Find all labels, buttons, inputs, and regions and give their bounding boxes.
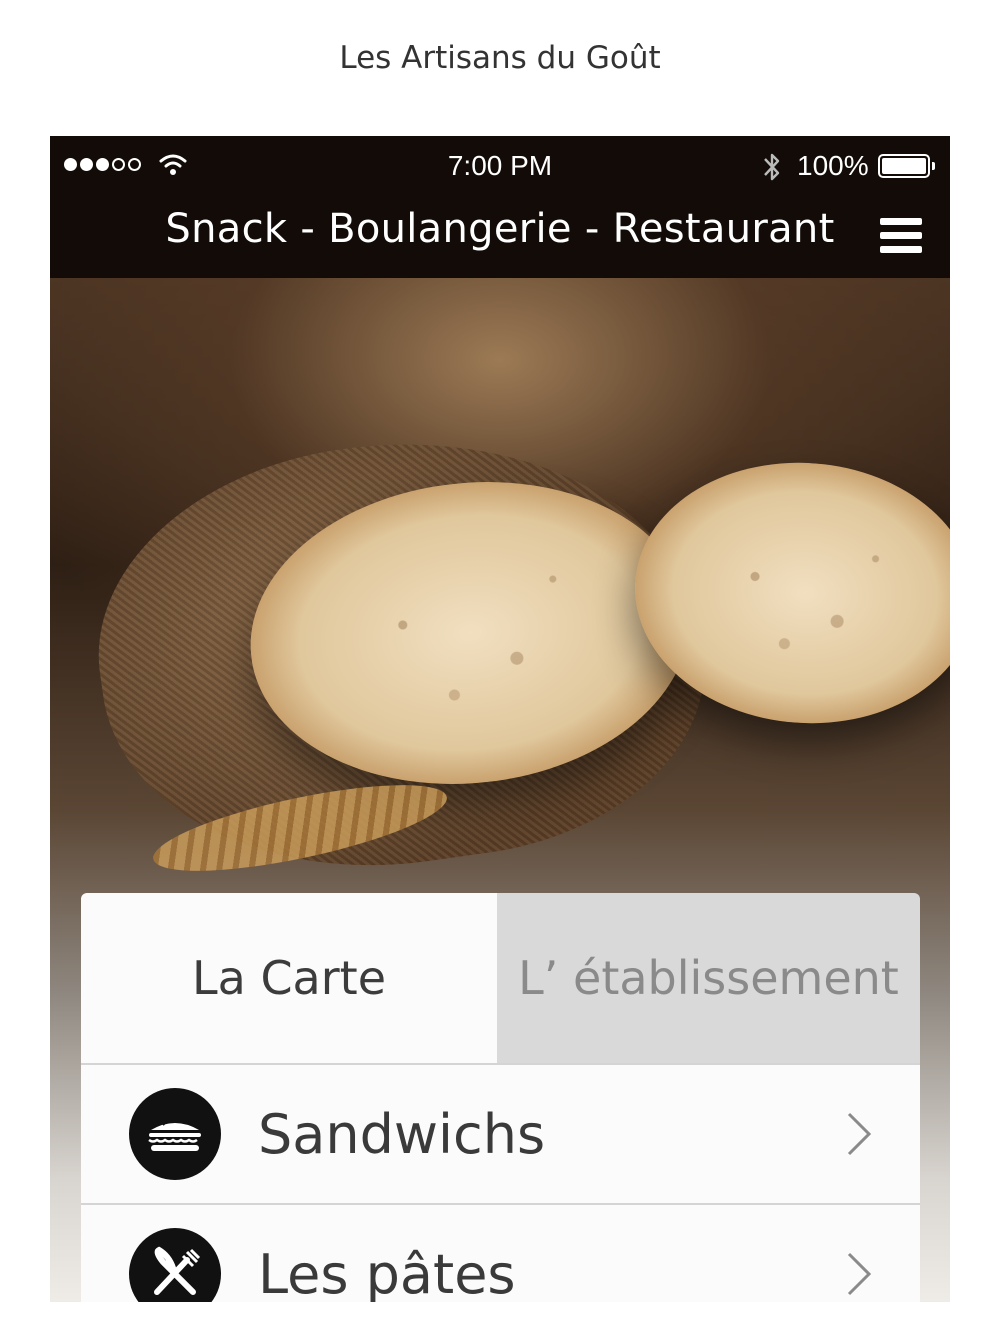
list-item-les-pates[interactable]: Les pâtes bbox=[81, 1203, 920, 1302]
battery-icon bbox=[878, 154, 930, 178]
page-title: Snack - Boulangerie - Restaurant bbox=[165, 206, 835, 252]
list-item-sandwichs[interactable]: Sandwichs bbox=[81, 1063, 920, 1203]
list-item-label: Les pâtes bbox=[258, 1242, 516, 1303]
chevron-right-icon bbox=[847, 1112, 872, 1156]
tab-la-carte[interactable]: La Carte bbox=[81, 893, 497, 1063]
battery-percentage: 100% bbox=[797, 150, 869, 181]
top-bar: 7:00 PM 100% Snack - Boulangerie - Resta… bbox=[50, 136, 950, 278]
chevron-right-icon bbox=[847, 1252, 872, 1296]
tab-etablissement[interactable]: L’ établissement bbox=[497, 893, 920, 1063]
bluetooth-icon bbox=[764, 153, 780, 181]
app-caption: Les Artisans du Goût bbox=[339, 40, 661, 76]
menu-category-list: Sandwichs Les pâtes bbox=[81, 1063, 920, 1302]
fork-knife-icon bbox=[129, 1228, 221, 1302]
status-bar: 7:00 PM 100% bbox=[50, 136, 950, 196]
list-item-label: Sandwichs bbox=[258, 1102, 546, 1166]
phone-screen: 7:00 PM 100% Snack - Boulangerie - Resta… bbox=[50, 136, 950, 1302]
sandwich-icon bbox=[129, 1088, 221, 1180]
section-tabs: La Carte L’ établissement bbox=[81, 893, 920, 1063]
hamburger-menu-icon[interactable] bbox=[880, 218, 922, 254]
